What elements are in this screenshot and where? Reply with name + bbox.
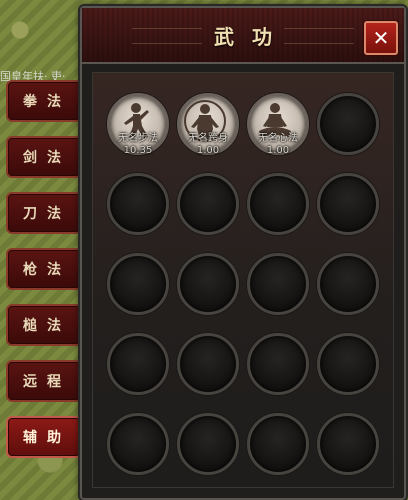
tab-dao[interactable]: 刀法 <box>6 192 82 234</box>
skill-slot[interactable] <box>317 173 379 235</box>
skill-slot[interactable] <box>177 333 239 395</box>
tab-qiang[interactable]: 枪法 <box>6 248 82 290</box>
skill-slot[interactable] <box>107 173 169 235</box>
tab-fuzhu[interactable]: 辅助 <box>6 416 82 458</box>
tab-chui[interactable]: 槌法 <box>6 304 82 346</box>
skill-slot[interactable] <box>247 253 309 315</box>
skill-level: 10.35 <box>123 145 153 156</box>
skill-slot[interactable] <box>317 93 379 155</box>
panel-header: 武功 ✕ <box>82 8 404 64</box>
tab-quan[interactable]: 拳法 <box>6 80 82 122</box>
tab-yuancheng[interactable]: 远程 <box>6 360 82 402</box>
skill-grid: 无名步法 10.35 无名跨身 1.00 无名心法 1.00 <box>92 72 394 488</box>
skill-slot[interactable] <box>247 333 309 395</box>
tab-jian[interactable]: 剑法 <box>6 136 82 178</box>
skill-slot[interactable] <box>107 253 169 315</box>
skill-level: 1.00 <box>266 145 290 156</box>
martial-arts-panel: 武功 ✕ 无名步法 10.35 无名跨身 1.00 无名心法 1.00 <box>80 6 406 500</box>
panel-title: 武功 <box>214 24 290 49</box>
skill-slot[interactable] <box>317 253 379 315</box>
skill-name: 无名跨身 <box>188 133 228 144</box>
close-button[interactable]: ✕ <box>364 21 398 55</box>
skill-slot[interactable] <box>177 173 239 235</box>
skill-slot[interactable] <box>317 413 379 475</box>
skill-level: 1.00 <box>196 145 220 156</box>
skill-slot[interactable] <box>107 333 169 395</box>
skill-slot[interactable] <box>247 413 309 475</box>
skill-slot[interactable] <box>177 413 239 475</box>
skill-name: 无名步法 <box>118 133 158 144</box>
skill-slot[interactable] <box>317 333 379 395</box>
skill-name: 无名心法 <box>258 133 298 144</box>
skill-slot[interactable] <box>107 413 169 475</box>
skill-slot[interactable] <box>247 173 309 235</box>
skill-slot[interactable] <box>177 253 239 315</box>
